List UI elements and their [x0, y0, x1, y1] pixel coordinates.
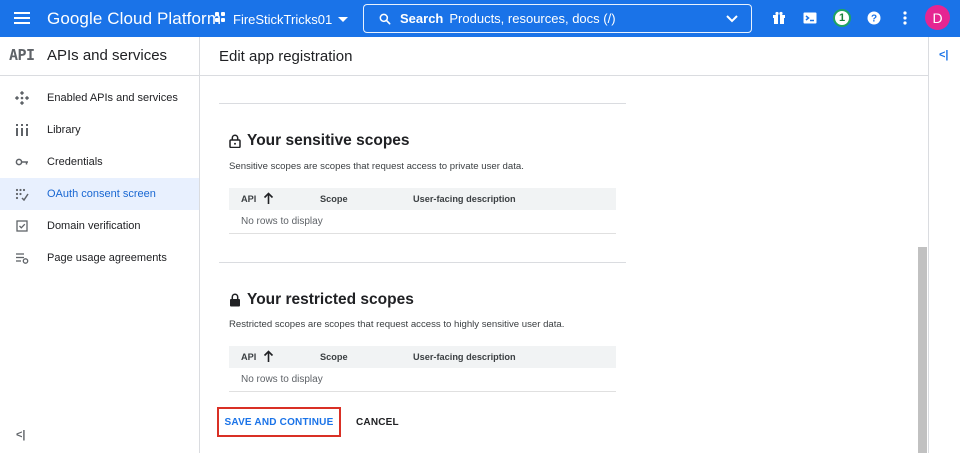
section-divider [219, 103, 626, 104]
table-divider [229, 233, 616, 234]
terminal-icon[interactable] [801, 8, 819, 28]
project-name: FireStickTricks01 [233, 11, 333, 27]
api-logo: API [9, 46, 35, 64]
main-header: Edit app registration [200, 37, 928, 76]
lock-icon [230, 293, 240, 307]
sidebar-item-credentials[interactable]: Credentials [0, 146, 199, 178]
caret-down-icon [338, 16, 349, 22]
expand-panel-button[interactable]: <| [939, 49, 949, 61]
sidebar-title: APIs and services [47, 47, 168, 64]
lock-open-icon [229, 134, 241, 148]
sidebar-item-label: Page usage agreements [47, 252, 167, 264]
sensitive-scopes-title: Your sensitive scopes [247, 132, 410, 149]
section-divider [219, 262, 626, 263]
table-divider [229, 391, 616, 392]
page-title: Edit app registration [219, 48, 353, 65]
restricted-scopes-title: Your restricted scopes [247, 291, 414, 308]
oauth-icon [15, 187, 29, 201]
sidebar-item-domain-verification[interactable]: Domain verification [0, 210, 199, 242]
cancel-button[interactable]: CANCEL [356, 411, 399, 433]
column-header-scope: Scope [320, 352, 348, 362]
notification-count: 1 [833, 9, 851, 27]
sidebar-item-label: Enabled APIs and services [47, 92, 178, 104]
sidebar-item-library[interactable]: Library [0, 114, 199, 146]
sidebar-item-label: Domain verification [47, 220, 141, 232]
restricted-scopes-description: Restricted scopes are scopes that reques… [229, 319, 565, 330]
notifications-badge[interactable]: 1 [832, 8, 852, 28]
search-icon [379, 13, 391, 24]
more-vert-icon[interactable] [897, 8, 913, 28]
sort-arrow-up-icon[interactable] [263, 192, 274, 205]
collapse-sidebar-button[interactable]: <| [16, 429, 26, 441]
column-header-description: User-facing description [413, 352, 516, 362]
column-header-api[interactable]: API [241, 352, 256, 362]
sidebar-item-label: OAuth consent screen [47, 188, 156, 200]
column-header-description: User-facing description [413, 194, 516, 204]
right-rail: <| [928, 37, 960, 453]
top-app-bar: Google Cloud Platform FireStickTricks01 … [0, 0, 960, 37]
key-icon [15, 155, 29, 169]
sidebar: API APIs and services Enabled APIs and s… [0, 37, 200, 453]
library-icon [15, 123, 29, 137]
search-input[interactable]: Search Products, resources, docs (/) [363, 4, 752, 33]
search-placeholder: Products, resources, docs (/) [449, 11, 616, 26]
sidebar-item-oauth-consent-screen[interactable]: OAuth consent screen [0, 178, 199, 210]
svg-text:?: ? [871, 14, 877, 25]
restricted-scopes-heading: Your restricted scopes [229, 291, 414, 309]
sensitive-scopes-table-header: API Scope User-facing description [229, 188, 616, 210]
column-header-scope: Scope [320, 194, 348, 204]
sidebar-item-label: Library [47, 124, 81, 136]
restricted-scopes-empty: No rows to display [241, 374, 323, 385]
gift-icon[interactable] [770, 8, 788, 28]
checkbox-icon [15, 219, 29, 233]
restricted-scopes-table-header: API Scope User-facing description [229, 346, 616, 368]
sensitive-scopes-empty: No rows to display [241, 216, 323, 227]
sidebar-item-page-usage-agreements[interactable]: Page usage agreements [0, 242, 199, 274]
sidebar-item-label: Credentials [47, 156, 103, 168]
scrollbar[interactable] [918, 247, 927, 453]
menu-icon[interactable] [12, 9, 32, 27]
sidebar-header: API APIs and services [0, 37, 199, 76]
settings-list-icon [15, 251, 29, 265]
sensitive-scopes-heading: Your sensitive scopes [229, 132, 410, 150]
brand-title[interactable]: Google Cloud Platform [47, 9, 221, 29]
avatar[interactable]: D [925, 5, 950, 30]
sensitive-scopes-description: Sensitive scopes are scopes that request… [229, 161, 524, 172]
enabled-apis-icon [15, 91, 29, 105]
sidebar-item-enabled-apis[interactable]: Enabled APIs and services [0, 82, 199, 114]
help-icon[interactable]: ? [865, 8, 883, 28]
save-and-continue-button[interactable]: SAVE AND CONTINUE [217, 407, 341, 437]
project-dots-icon [215, 12, 229, 26]
project-selector[interactable]: FireStickTricks01 [215, 9, 349, 29]
sort-arrow-up-icon[interactable] [263, 350, 274, 363]
column-header-api[interactable]: API [241, 194, 256, 204]
search-label: Search [400, 11, 444, 26]
chevron-down-icon[interactable] [725, 14, 739, 24]
